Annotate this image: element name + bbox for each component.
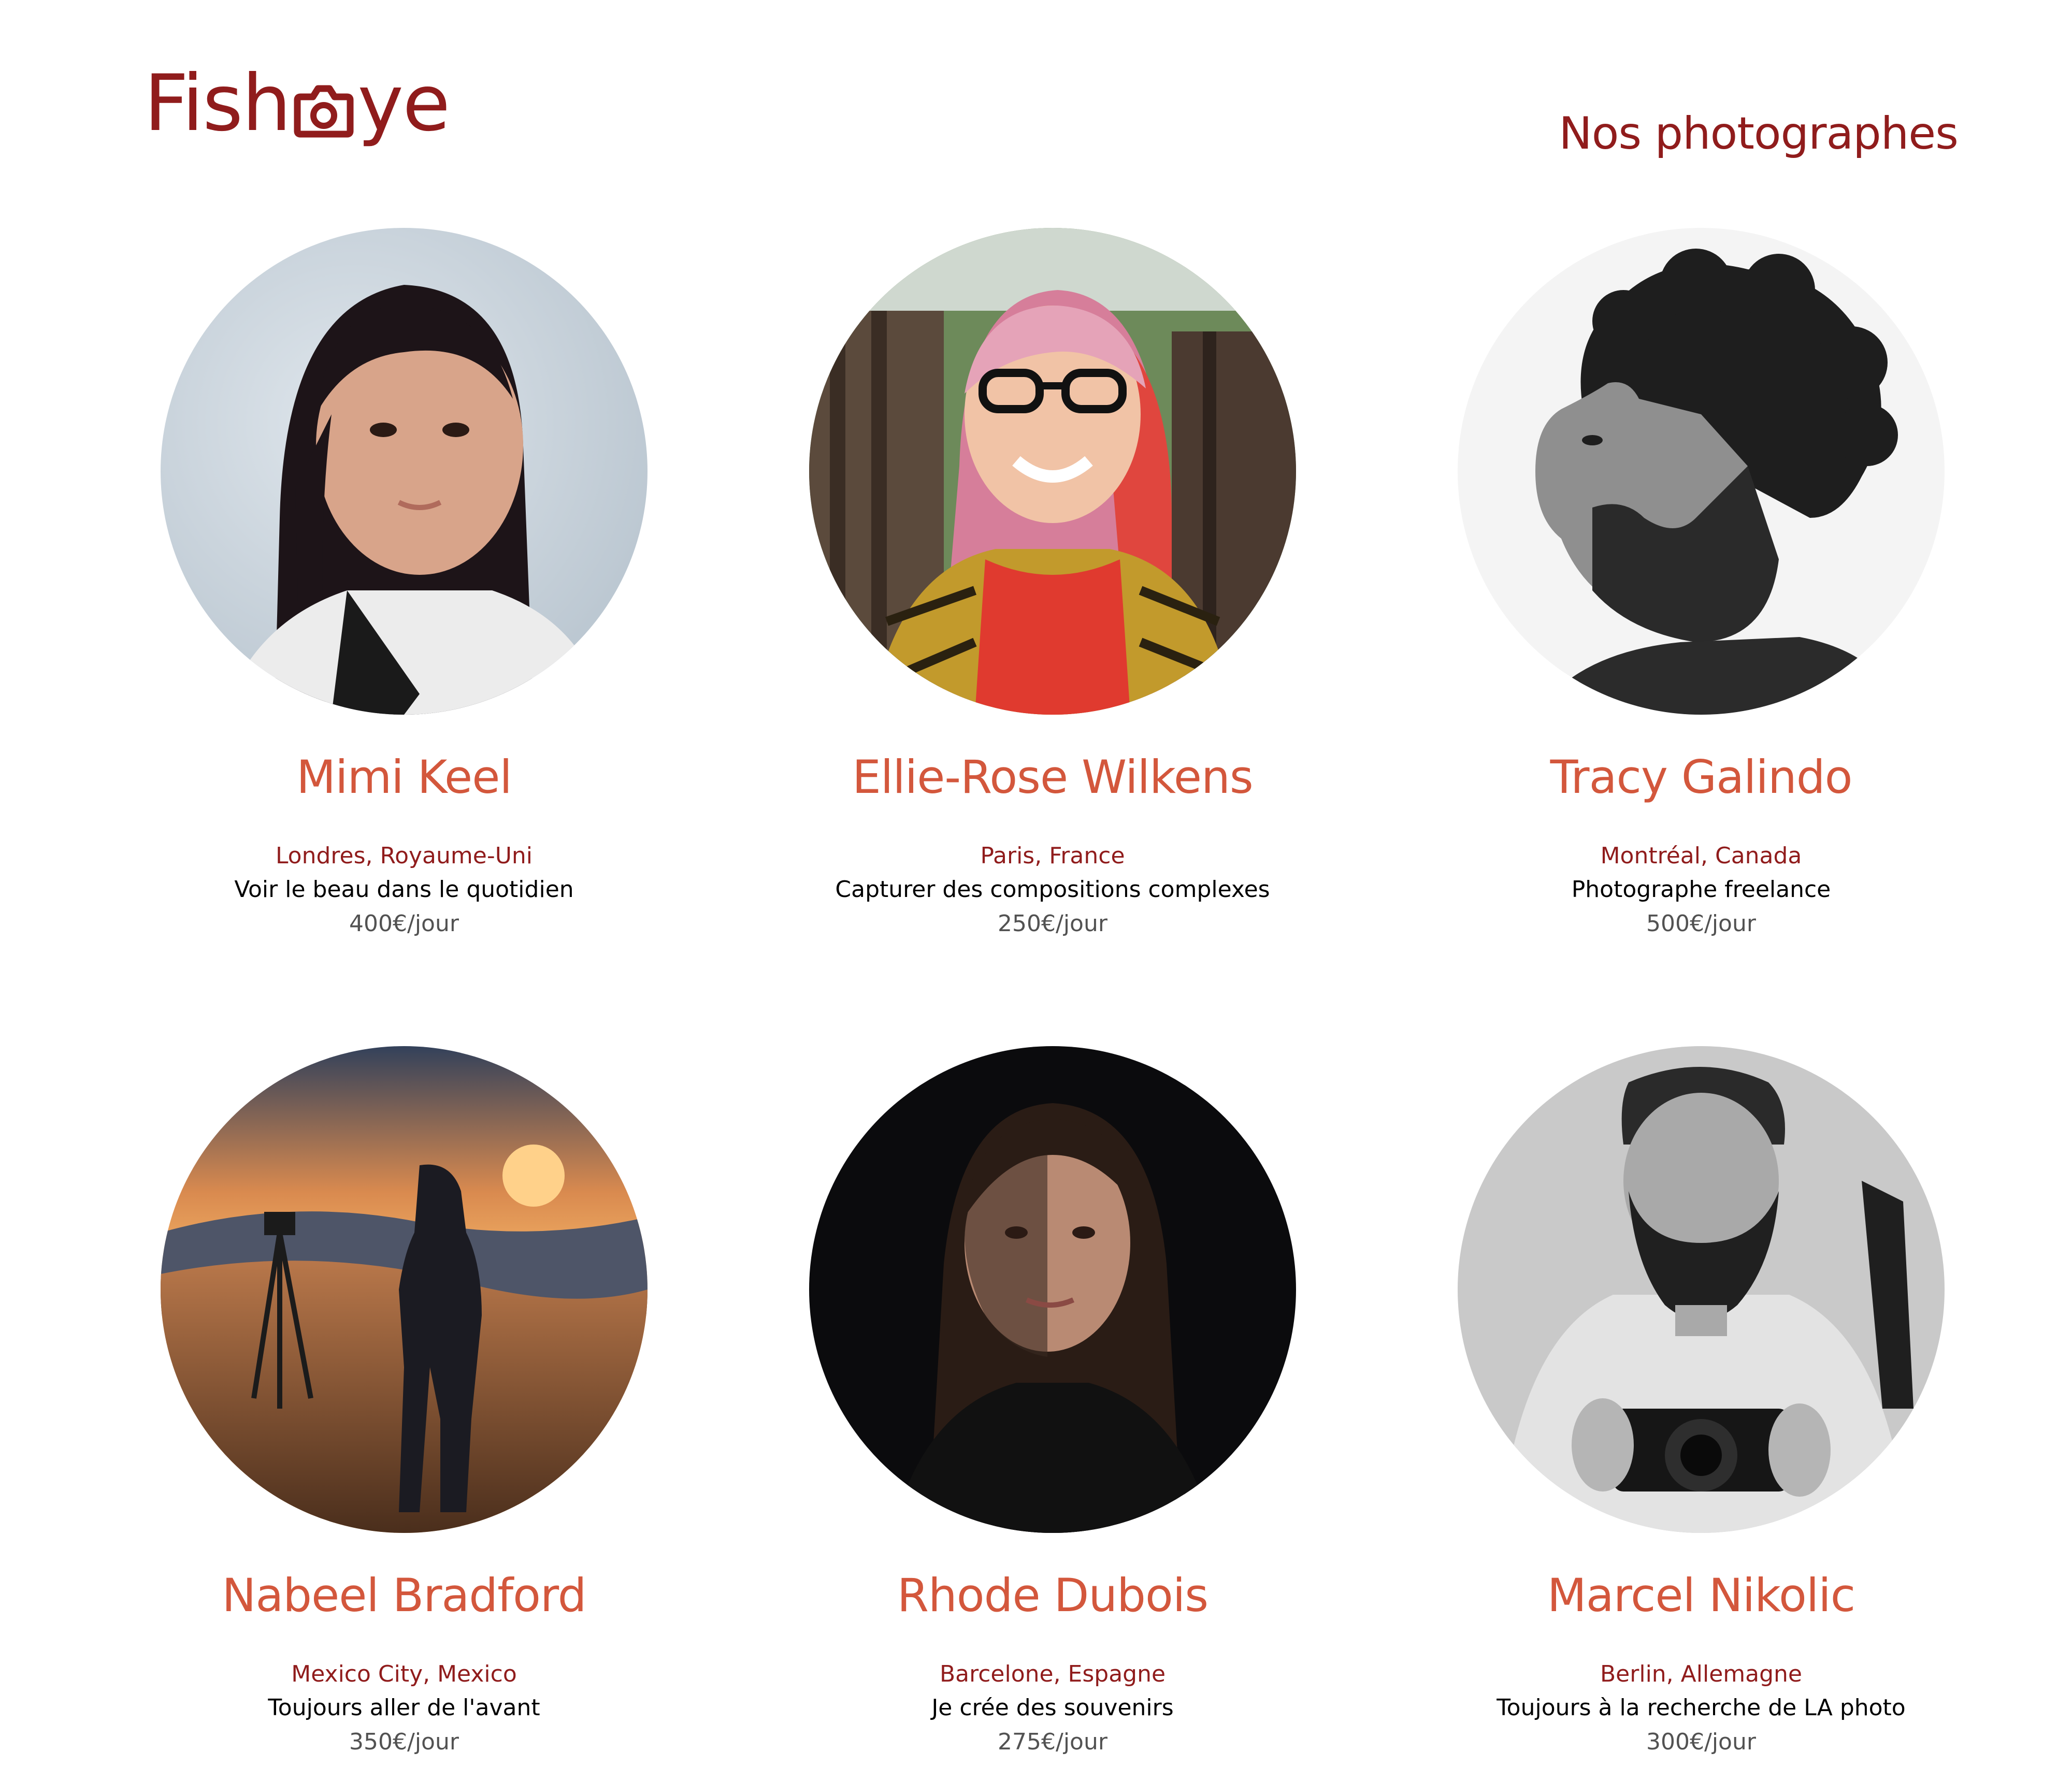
photographer-card: Mimi Keel Londres, Royaume-Uni Voir le b… <box>80 228 728 961</box>
photographer-price: 275€/jour <box>998 1728 1107 1755</box>
photographer-portrait-link[interactable] <box>1458 1046 1945 1533</box>
portrait-photo <box>161 1046 648 1533</box>
portrait-photo <box>809 228 1296 715</box>
photographer-card: Tracy Galindo Montréal, Canada Photograp… <box>1377 228 2025 961</box>
photographer-price: 400€/jour <box>349 910 459 937</box>
photographer-location: Paris, France <box>980 843 1125 870</box>
photographer-name: Nabeel Bradford <box>222 1569 587 1622</box>
photographer-location: Montréal, Canada <box>1600 843 1802 870</box>
photographer-tagline: Capturer des compositions complexes <box>835 876 1270 903</box>
photographer-price: 250€/jour <box>998 910 1107 937</box>
photographer-location: Londres, Royaume-Uni <box>275 843 533 870</box>
photographer-portrait-link[interactable] <box>809 1046 1296 1533</box>
photographer-card: Ellie-Rose Wilkens Paris, France Capture… <box>729 228 1376 961</box>
portrait-photo <box>1458 228 1945 715</box>
photographer-portrait-link[interactable] <box>1458 228 1945 715</box>
photographer-card: Nabeel Bradford Mexico City, Mexico Touj… <box>80 1046 728 1779</box>
photographer-portrait-link[interactable] <box>161 228 648 715</box>
photographer-name: Rhode Dubois <box>897 1569 1208 1622</box>
photographer-name: Tracy Galindo <box>1550 750 1853 804</box>
portrait-photo <box>809 1046 1296 1533</box>
photographer-price: 300€/jour <box>1646 1728 1756 1755</box>
photographer-location: Barcelone, Espagne <box>939 1661 1166 1688</box>
photographer-card: Rhode Dubois Barcelone, Espagne Je crée … <box>729 1046 1376 1779</box>
photographer-name: Ellie-Rose Wilkens <box>852 750 1253 804</box>
photographer-location: Mexico City, Mexico <box>291 1661 517 1688</box>
portrait-photo <box>1458 1046 1945 1533</box>
portrait-photo <box>161 228 648 715</box>
photographer-tagline: Je crée des souvenirs <box>931 1695 1174 1721</box>
photographers-grid: Mimi Keel Londres, Royaume-Uni Voir le b… <box>0 0 2072 1781</box>
photographer-tagline: Voir le beau dans le quotidien <box>234 876 574 903</box>
photographer-name: Mimi Keel <box>296 750 512 804</box>
photographer-tagline: Toujours aller de l'avant <box>268 1695 540 1721</box>
photographer-name: Marcel Nikolic <box>1547 1569 1855 1622</box>
photographer-price: 350€/jour <box>349 1728 459 1755</box>
photographer-price: 500€/jour <box>1646 910 1756 937</box>
photographer-tagline: Toujours à la recherche de LA photo <box>1497 1695 1906 1721</box>
photographer-tagline: Photographe freelance <box>1571 876 1831 903</box>
photographer-card: Marcel Nikolic Berlin, Allemagne Toujour… <box>1377 1046 2025 1779</box>
photographer-portrait-link[interactable] <box>161 1046 648 1533</box>
photographer-location: Berlin, Allemagne <box>1600 1661 1802 1688</box>
photographer-portrait-link[interactable] <box>809 228 1296 715</box>
